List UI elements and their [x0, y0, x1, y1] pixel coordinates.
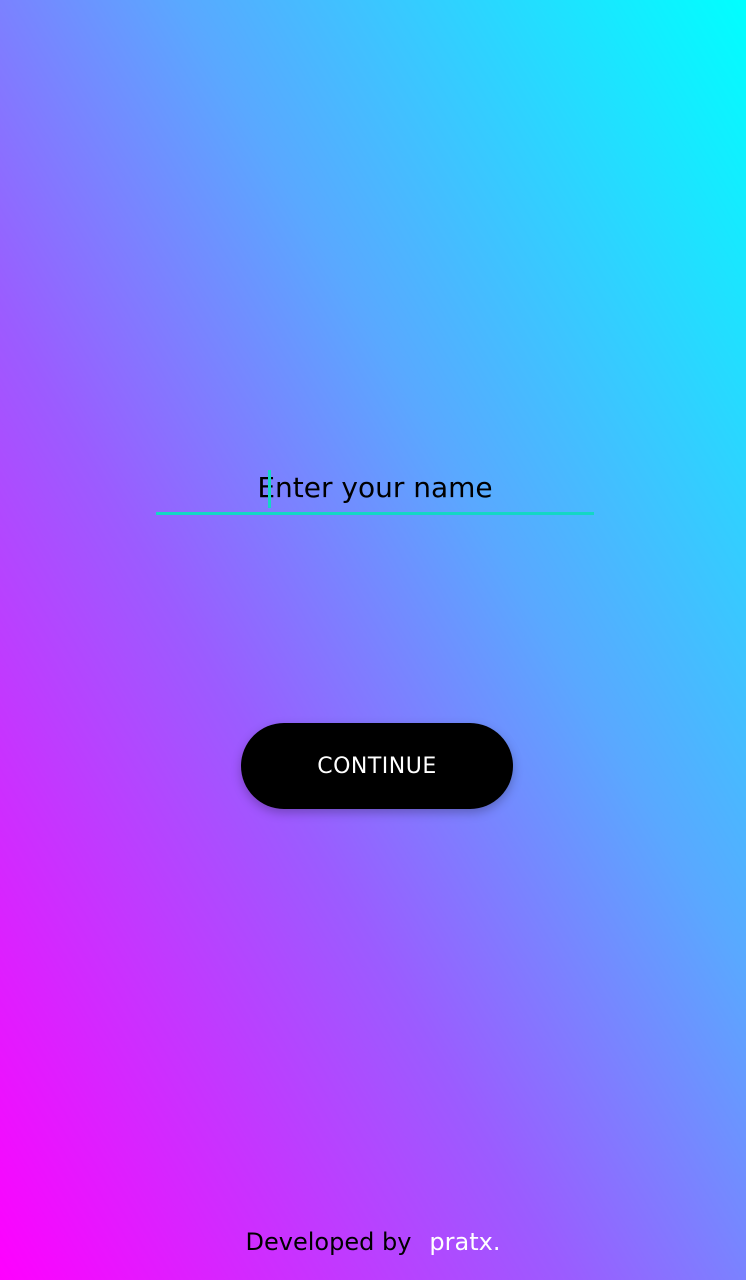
developed-by-label: Developed by	[245, 1228, 412, 1256]
developer-name: pratx.	[429, 1228, 501, 1256]
name-input-underline	[156, 512, 594, 515]
continue-button[interactable]: CONTINUE	[241, 723, 513, 809]
text-cursor	[268, 470, 271, 508]
app-background: CONTINUE Developed by pratx.	[0, 0, 746, 1280]
name-field[interactable]	[156, 462, 594, 516]
footer-credit: Developed by pratx.	[0, 1222, 746, 1262]
name-input[interactable]	[156, 462, 594, 512]
